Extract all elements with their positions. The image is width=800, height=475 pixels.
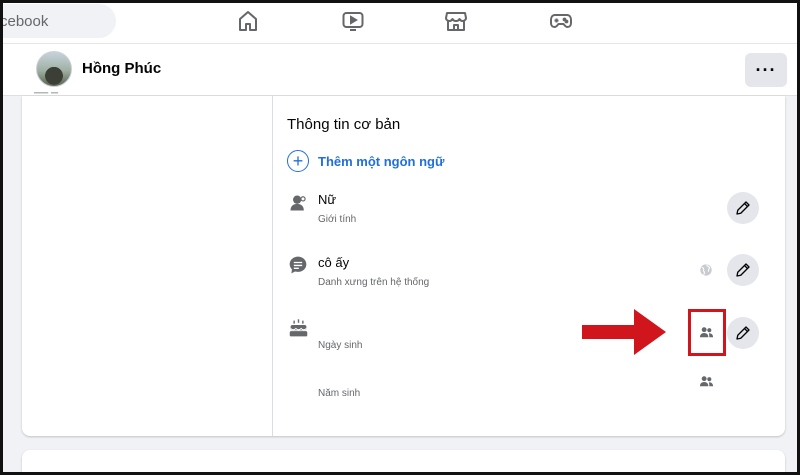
profile-header: Hồng Phúc ··· — [0, 44, 800, 96]
watch-icon[interactable] — [340, 8, 366, 34]
gaming-icon[interactable] — [548, 8, 574, 34]
pronoun-label: Danh xưng trên hệ thống — [318, 277, 430, 288]
globe-audience-icon[interactable] — [698, 262, 714, 278]
profile-name[interactable]: Hồng Phúc — [82, 60, 161, 77]
avatar[interactable] — [36, 51, 72, 87]
about-card: ── ─ Thông tin cơ bản + Thêm một ngôn ng… — [22, 88, 785, 436]
friends-audience-icon[interactable] — [698, 373, 714, 389]
gender-value: Nữ — [318, 192, 337, 207]
search-placeholder: cebook — [0, 12, 49, 30]
edit-gender-button[interactable] — [727, 192, 759, 224]
add-language-link[interactable]: + Thêm một ngôn ngữ — [287, 149, 444, 173]
annotation-highlight-box — [688, 309, 726, 356]
gender-icon — [287, 192, 309, 214]
clipped-menu-text: ── ─ — [34, 88, 59, 99]
more-options-button[interactable]: ··· — [745, 53, 787, 87]
birthday-cake-icon — [287, 317, 309, 339]
pencil-icon — [736, 326, 750, 340]
pronoun-value: cô ấy — [318, 255, 350, 270]
section-title: Thông tin cơ bản — [287, 116, 401, 133]
edit-pronoun-button[interactable] — [727, 254, 759, 286]
search-input[interactable]: cebook — [0, 4, 116, 38]
birth-year-label: Năm sinh — [318, 388, 361, 399]
column-divider — [272, 96, 273, 436]
next-card — [22, 450, 785, 475]
top-navbar: cebook — [0, 0, 800, 44]
add-language-label: Thêm một ngôn ngữ — [318, 153, 445, 169]
pencil-icon — [736, 201, 750, 215]
pronoun-icon — [287, 254, 309, 276]
home-icon[interactable] — [235, 8, 261, 34]
marketplace-icon[interactable] — [443, 8, 469, 34]
gender-label: Giới tính — [318, 214, 357, 225]
plus-circle-icon: + — [287, 150, 309, 172]
birthday-label: Ngày sinh — [318, 340, 363, 351]
pencil-icon — [736, 263, 750, 277]
annotation-arrow-icon — [582, 309, 666, 355]
edit-birthday-button[interactable] — [727, 317, 759, 349]
